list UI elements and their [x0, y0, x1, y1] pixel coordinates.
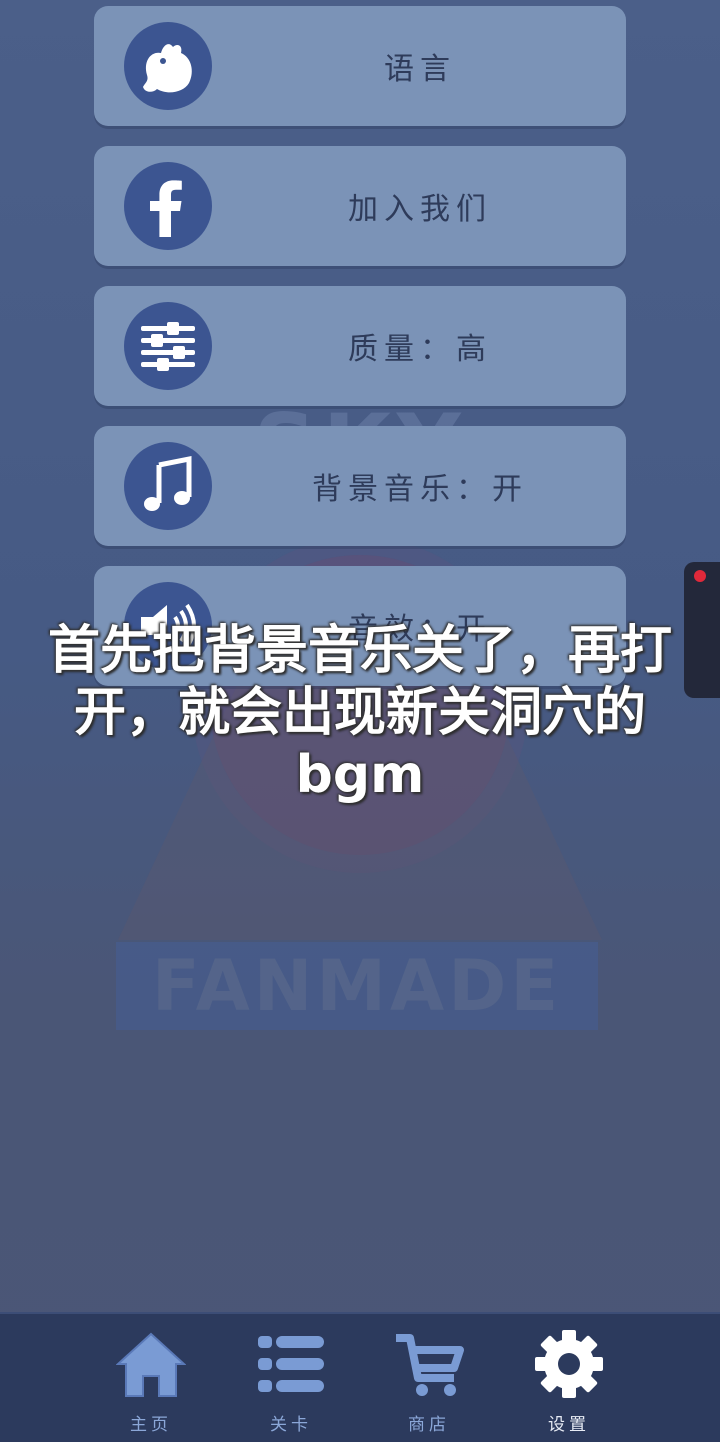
- language-label: 语言: [384, 52, 456, 87]
- quality-label: 质量：高: [348, 332, 492, 367]
- join-us-button[interactable]: 加入我们: [94, 146, 626, 266]
- sliders-icon: [124, 302, 212, 390]
- cart-icon: [396, 1334, 464, 1396]
- background-music-button[interactable]: 背景音乐：开: [94, 426, 626, 546]
- join-us-label: 加入我们: [348, 192, 492, 227]
- nav-settings-label: 设置: [548, 1415, 590, 1435]
- fanmade-text: FANMADE: [151, 945, 563, 1027]
- nav-home-label: 主页: [130, 1415, 172, 1435]
- nav-levels-label: 关卡: [270, 1415, 312, 1435]
- nav-settings[interactable]: 设置: [514, 1314, 624, 1442]
- nav-shop[interactable]: 商店: [374, 1314, 484, 1442]
- facebook-icon: [124, 162, 212, 250]
- nav-home[interactable]: 主页: [96, 1314, 206, 1442]
- video-caption: 首先把背景音乐关了，再打开，就会出现新关洞穴的bgm: [47, 621, 672, 805]
- home-icon: [116, 1332, 186, 1397]
- bottom-nav: 主页 关卡 商店 设置: [0, 1312, 720, 1442]
- nav-levels[interactable]: 关卡: [236, 1314, 346, 1442]
- music-note-icon: [124, 442, 212, 530]
- squirrel-icon: [124, 22, 212, 110]
- background-music-label: 背景音乐：开: [312, 472, 528, 507]
- language-button[interactable]: 语言: [94, 6, 626, 126]
- gear-icon: [535, 1330, 603, 1398]
- record-indicator-dot: [694, 570, 706, 582]
- list-icon: [258, 1336, 324, 1392]
- nav-shop-label: 商店: [408, 1415, 450, 1435]
- quality-button[interactable]: 质量：高: [94, 286, 626, 406]
- background-banner: FANMADE: [116, 942, 598, 1030]
